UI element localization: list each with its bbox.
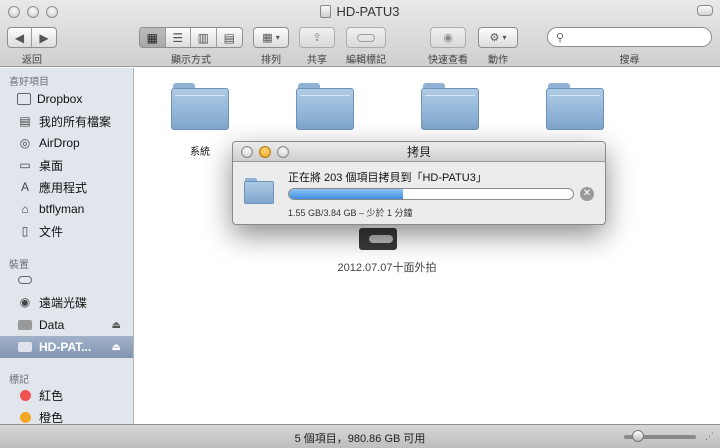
sidebar-item-home[interactable]: ⌂ btflyman — [0, 198, 133, 220]
dialog-title: 拷貝 — [406, 145, 431, 159]
search-field[interactable]: ⚲ — [547, 27, 712, 47]
sidebar-item-desktop[interactable]: ▭ 桌面 — [0, 154, 133, 176]
copy-message: 正在將 203 個項目拷貝到「HD-PATU3」 — [288, 172, 487, 184]
forward-button[interactable]: ▶ — [32, 28, 56, 47]
columns-icon: ▥ — [197, 30, 209, 45]
folder-icon[interactable] — [171, 83, 229, 130]
orange-tag-icon — [17, 409, 33, 424]
search-icon: ⚲ — [556, 31, 565, 44]
drive-icon — [17, 272, 33, 288]
folder-label: 系統 — [190, 147, 210, 158]
dialog-titlebar: 拷貝 — [233, 142, 605, 162]
share-icon: ⇪ — [312, 32, 322, 44]
sidebar-header-favorites: 喜好項目 — [9, 77, 49, 88]
chevron-down-icon: ▾ — [502, 33, 507, 42]
folder-icon — [244, 178, 274, 204]
file-icon-view[interactable]: 系統 2012.07.07十面外拍 — [135, 68, 720, 424]
chevron-left-icon: ◀ — [14, 30, 25, 45]
chevron-right-icon: ▶ — [39, 30, 49, 45]
external-drive-icon[interactable] — [359, 228, 397, 250]
folder-icon[interactable] — [421, 83, 479, 130]
resize-grip-icon[interactable]: ⋰ — [705, 431, 717, 443]
airdrop-icon: ◎ — [19, 136, 31, 150]
arrange-grid-icon: ▦ — [262, 32, 273, 44]
sidebar-item-data[interactable]: Data ⏏ — [0, 314, 133, 336]
documents-icon: ▯ — [21, 224, 29, 238]
progress-fill — [289, 189, 403, 199]
tag-icon — [357, 33, 375, 42]
view-label: 顯示方式 — [171, 55, 211, 66]
share-label: 共享 — [307, 55, 327, 66]
gear-icon: ⚙ — [489, 32, 500, 44]
folder-icon[interactable] — [546, 83, 604, 130]
copy-progress-bar — [288, 188, 574, 200]
sidebar-item-hd-patu3[interactable]: HD-PAT... ⏏ — [0, 336, 133, 358]
status-text: 5 個項目，980.86 GB 可用 — [294, 433, 426, 445]
dialog-close-button[interactable] — [241, 146, 253, 158]
arrange-button[interactable]: ▦ ▾ — [253, 27, 289, 48]
action-button[interactable]: ⚙ ▾ — [478, 27, 518, 48]
folder-icon[interactable] — [296, 83, 354, 130]
quicklook-button[interactable]: ◉ — [430, 27, 466, 48]
search-label: 搜尋 — [619, 55, 640, 66]
back-forward-control[interactable]: ◀ ▶ — [7, 27, 57, 48]
eject-icon[interactable]: ⏏ — [112, 342, 121, 353]
grid-icon: ▦ — [146, 30, 158, 45]
status-bar: 5 個項目，980.86 GB 可用 ⋰ — [0, 424, 720, 448]
dropbox-icon — [17, 93, 31, 105]
list-view-button[interactable]: ☰ — [166, 28, 191, 47]
all-files-icon: ▤ — [19, 114, 31, 128]
sidebar-item-tag-orange[interactable]: 橙色 — [0, 406, 133, 424]
dialog-zoom-button[interactable] — [277, 146, 289, 158]
home-icon: ⌂ — [21, 202, 29, 216]
sidebar-item-all-files[interactable]: ▤ 我的所有檔案 — [0, 110, 133, 132]
eye-icon: ◉ — [443, 32, 453, 44]
drive-folder-label: 2012.07.07十面外拍 — [337, 262, 437, 274]
red-tag-icon — [17, 387, 33, 403]
sidebar-item-remote-disc[interactable]: ◉ 遠端光碟 — [0, 291, 133, 313]
edit-tags-button[interactable] — [346, 27, 386, 48]
share-button[interactable]: ⇪ — [299, 27, 335, 48]
sidebar-item-unnamed-disk[interactable] — [0, 269, 133, 291]
sidebar-item-documents[interactable]: ▯ 文件 — [0, 220, 133, 242]
applications-icon: A — [20, 180, 29, 194]
sidebar-item-dropbox[interactable]: Dropbox — [0, 88, 133, 110]
quicklook-label: 快速查看 — [428, 55, 468, 66]
close-icon: ✕ — [582, 188, 592, 199]
drive-icon — [17, 317, 33, 333]
copy-status: 1.55 GB/3.84 GB – 少於 1 分鐘 — [288, 208, 413, 218]
sidebar-item-tag-red[interactable]: 紅色 — [0, 384, 133, 406]
arrange-label: 排列 — [261, 55, 281, 66]
eject-icon[interactable]: ⏏ — [112, 320, 121, 331]
window-toolbar: HD-PATU3 ◀ ▶ 返回 ▦ ☰ ▥ ▤ 顯示方式 ▦ ▾ 排列 ⇪ 共享… — [0, 0, 720, 67]
coverflow-view-button[interactable]: ▤ — [217, 28, 242, 47]
sidebar: 喜好項目 Dropbox ▤ 我的所有檔案 ◎ AirDrop ▭ 桌面 A 應… — [0, 68, 134, 424]
coverflow-icon: ▤ — [223, 30, 235, 45]
remote-disc-icon: ◉ — [19, 295, 31, 309]
fullscreen-button[interactable] — [697, 5, 713, 16]
view-mode-control[interactable]: ▦ ☰ ▥ ▤ — [139, 27, 243, 48]
icon-view-button[interactable]: ▦ — [140, 28, 166, 47]
dialog-minimize-button[interactable] — [259, 146, 271, 158]
drive-icon — [320, 5, 332, 18]
window-title: HD-PATU3 — [0, 4, 720, 19]
action-label: 動作 — [488, 55, 508, 66]
back-label: 返回 — [22, 55, 42, 66]
column-view-button[interactable]: ▥ — [191, 28, 217, 47]
desktop-icon: ▭ — [19, 158, 31, 172]
chevron-down-icon: ▾ — [275, 33, 280, 42]
stop-copy-button[interactable]: ✕ — [580, 187, 594, 201]
sidebar-item-airdrop[interactable]: ◎ AirDrop — [0, 132, 133, 154]
drive-icon — [17, 339, 33, 355]
list-icon: ☰ — [172, 30, 184, 45]
copy-progress-dialog: 拷貝 正在將 203 個項目拷貝到「HD-PATU3」 1.55 GB/3.84… — [232, 141, 606, 225]
sidebar-item-applications[interactable]: A 應用程式 — [0, 176, 133, 198]
back-button[interactable]: ◀ — [8, 28, 33, 47]
edit-tags-label: 編輯標記 — [346, 55, 386, 66]
